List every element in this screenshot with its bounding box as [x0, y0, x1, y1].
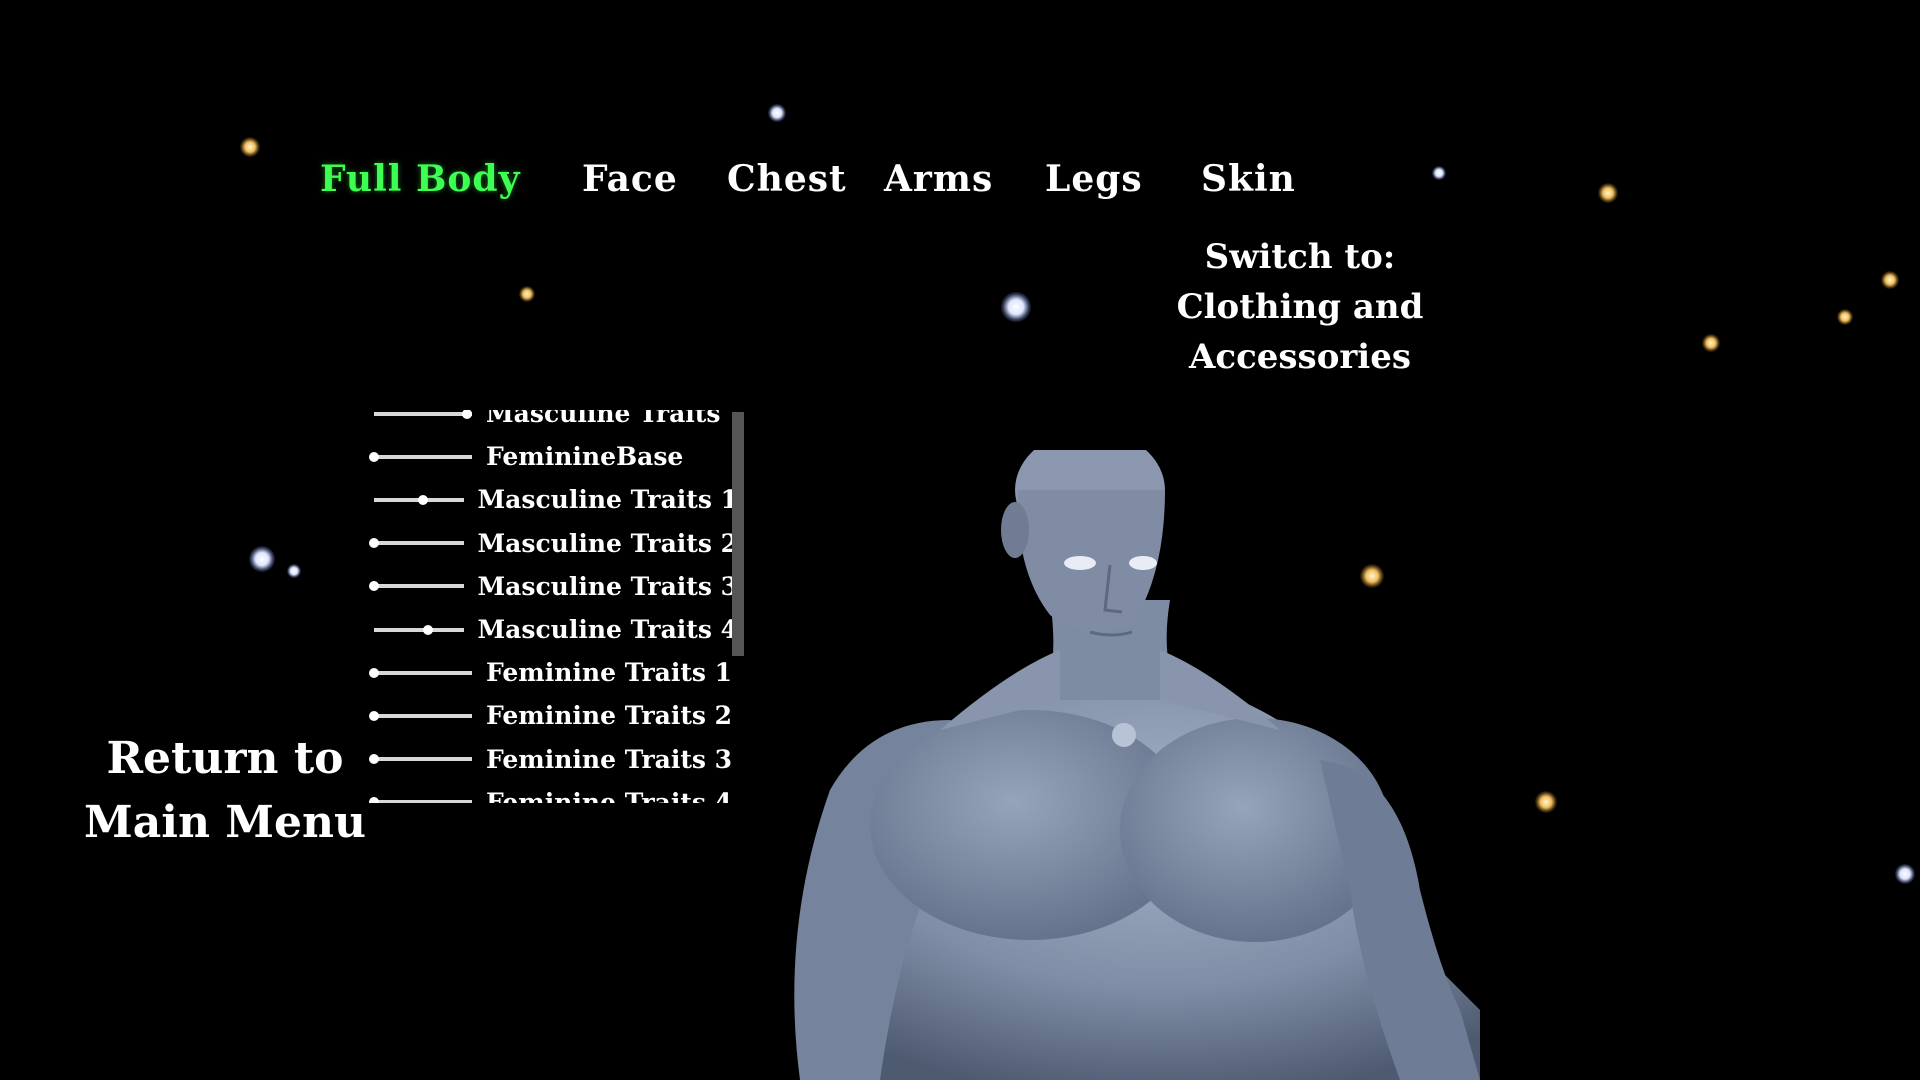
star	[1001, 292, 1031, 322]
star	[240, 137, 260, 157]
star	[519, 286, 535, 302]
tab-full-body[interactable]: Full Body	[320, 158, 521, 200]
slider-track[interactable]	[374, 494, 464, 505]
slider-handle[interactable]	[369, 667, 379, 678]
slider-handle[interactable]	[462, 410, 473, 419]
slider-handle[interactable]	[369, 710, 379, 721]
switch-to-clothing-button[interactable]: Switch to: Clothing and Accessories	[1155, 232, 1445, 382]
body-slider-panel: Masculine Traits FeminineBase Masculine Tr…	[368, 410, 758, 803]
star	[1881, 271, 1899, 289]
category-tabs: Full Body Face Chest Arms Legs Skin	[0, 158, 1920, 218]
slider-track[interactable]	[374, 624, 464, 635]
switch-button-line1: Switch to:	[1204, 237, 1396, 277]
star	[1837, 309, 1853, 325]
star	[1702, 334, 1720, 352]
slider-label: Feminine Traits 1	[486, 658, 733, 688]
slider-handle[interactable]	[369, 797, 379, 803]
star	[249, 546, 275, 572]
star	[768, 104, 786, 122]
slider-label: Masculine Traits 1	[477, 485, 739, 515]
slider-label: Feminine Traits 4	[486, 787, 733, 803]
slider-track[interactable]	[369, 451, 472, 462]
return-button-line1: Return to	[106, 733, 344, 784]
slider-row: FeminineBase	[368, 435, 738, 478]
tab-arms[interactable]: Arms	[884, 158, 993, 200]
slider-label: FeminineBase	[486, 442, 684, 472]
slider-row: Masculine Traits 1	[368, 478, 738, 521]
slider-row: Masculine Traits 2	[368, 522, 738, 565]
slider-row: Feminine Traits 4	[368, 781, 738, 803]
switch-button-line3: Accessories	[1189, 337, 1411, 377]
slider-label: Masculine Traits 2	[477, 528, 739, 558]
star	[287, 564, 301, 578]
character-left-eye	[1064, 556, 1096, 570]
slider-track[interactable]	[369, 667, 472, 678]
slider-row: Feminine Traits 2	[368, 694, 738, 737]
slider-track[interactable]	[369, 797, 472, 803]
slider-track[interactable]	[369, 754, 472, 765]
slider-handle[interactable]	[369, 754, 379, 765]
slider-row: Feminine Traits 1	[368, 651, 738, 694]
slider-row: Feminine Traits 3	[368, 738, 738, 781]
tab-skin[interactable]: Skin	[1201, 158, 1296, 200]
switch-button-line2: Clothing and	[1176, 287, 1424, 327]
slider-handle[interactable]	[369, 538, 379, 549]
star	[1535, 791, 1557, 813]
character-model[interactable]	[760, 450, 1480, 1080]
slider-track[interactable]	[369, 538, 464, 549]
character-right-eye	[1129, 556, 1157, 570]
star	[1895, 864, 1915, 884]
slider-label: Masculine Traits	[486, 410, 721, 429]
slider-label: Feminine Traits 2	[486, 701, 733, 731]
slider-label: Feminine Traits 3	[486, 744, 733, 774]
tab-face[interactable]: Face	[582, 158, 678, 200]
slider-row: Masculine Traits 3	[368, 565, 738, 608]
return-button-line2: Main Menu	[84, 797, 366, 848]
slider-track[interactable]	[369, 710, 472, 721]
slider-list: Masculine Traits FeminineBase Masculine Tr…	[368, 410, 738, 803]
tab-chest[interactable]: Chest	[727, 158, 847, 200]
slider-handle[interactable]	[422, 624, 433, 635]
slider-row: Masculine Traits 4	[368, 608, 738, 651]
slider-handle[interactable]	[369, 581, 379, 592]
slider-track[interactable]	[374, 410, 473, 419]
slider-handle[interactable]	[369, 451, 379, 462]
tab-legs[interactable]: Legs	[1045, 158, 1143, 200]
slider-panel-scrollbar[interactable]	[732, 412, 744, 656]
return-to-main-menu-button[interactable]: Return to Main Menu	[70, 727, 380, 855]
slider-handle[interactable]	[418, 494, 429, 505]
slider-label: Masculine Traits 3	[477, 571, 739, 601]
slider-row: Masculine Traits	[368, 410, 738, 435]
slider-track[interactable]	[369, 581, 464, 592]
slider-label: Masculine Traits 4	[477, 615, 739, 645]
